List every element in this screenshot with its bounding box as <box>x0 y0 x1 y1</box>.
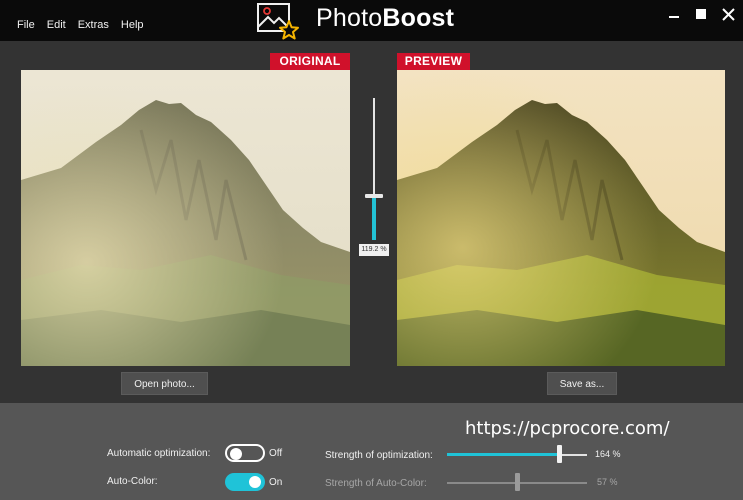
app-title-boost: Boost <box>382 4 455 32</box>
photoboost-window: File Edit Extras Help PhotoBoost ORIGINA… <box>0 0 743 500</box>
minimize-icon[interactable] <box>667 6 683 22</box>
maximize-icon[interactable] <box>694 6 710 22</box>
toggle-knob <box>249 476 261 488</box>
intensity-value: 119.2 % <box>359 244 389 256</box>
auto-color-label: Auto-Color: <box>107 476 158 487</box>
menu-file[interactable]: File <box>17 19 35 31</box>
original-label: ORIGINAL <box>270 53 350 70</box>
strength-of-auto-color-thumb[interactable] <box>515 473 520 491</box>
watermark-text: https://pcprocore.com/ <box>465 418 670 439</box>
strength-of-optimization-value: 164 % <box>595 449 621 459</box>
menu-help[interactable]: Help <box>121 19 144 31</box>
menu-bar: File Edit Extras Help <box>17 19 144 31</box>
title-bar: File Edit Extras Help PhotoBoost <box>0 0 743 41</box>
automatic-optimization-label: Automatic optimization: <box>107 448 211 459</box>
strength-of-auto-color-value: 57 % <box>597 477 618 487</box>
strength-of-auto-color-label: Strength of Auto-Color: <box>325 478 427 489</box>
preview-photo <box>397 70 725 366</box>
menu-extras[interactable]: Extras <box>78 19 109 31</box>
app-title-photo: Photo <box>316 4 383 32</box>
open-photo-button[interactable]: Open photo... <box>121 372 208 395</box>
automatic-optimization-toggle[interactable] <box>225 444 265 462</box>
auto-color-toggle[interactable] <box>225 473 265 491</box>
strength-of-optimization-label: Strength of optimization: <box>325 450 433 461</box>
intensity-slider-thumb[interactable] <box>365 193 383 198</box>
preview-label: PREVIEW <box>397 53 470 70</box>
toggle-knob <box>230 448 242 460</box>
strength-of-optimization-fill <box>447 453 559 456</box>
close-icon[interactable] <box>721 6 737 22</box>
save-as-button[interactable]: Save as... <box>547 372 617 395</box>
strength-of-optimization-thumb[interactable] <box>557 445 562 463</box>
original-photo <box>21 70 350 366</box>
app-title: PhotoBoost <box>316 4 454 33</box>
photo-workarea: ORIGINAL PREVIEW 119.2 % Open photo... S… <box>0 41 743 403</box>
photoboost-logo-icon <box>257 3 299 40</box>
menu-edit[interactable]: Edit <box>47 19 66 31</box>
settings-panel: https://pcprocore.com/ Automatic optimiz… <box>0 403 743 500</box>
auto-color-state: On <box>269 477 283 488</box>
intensity-slider-fill <box>372 197 376 240</box>
automatic-optimization-state: Off <box>269 448 283 459</box>
